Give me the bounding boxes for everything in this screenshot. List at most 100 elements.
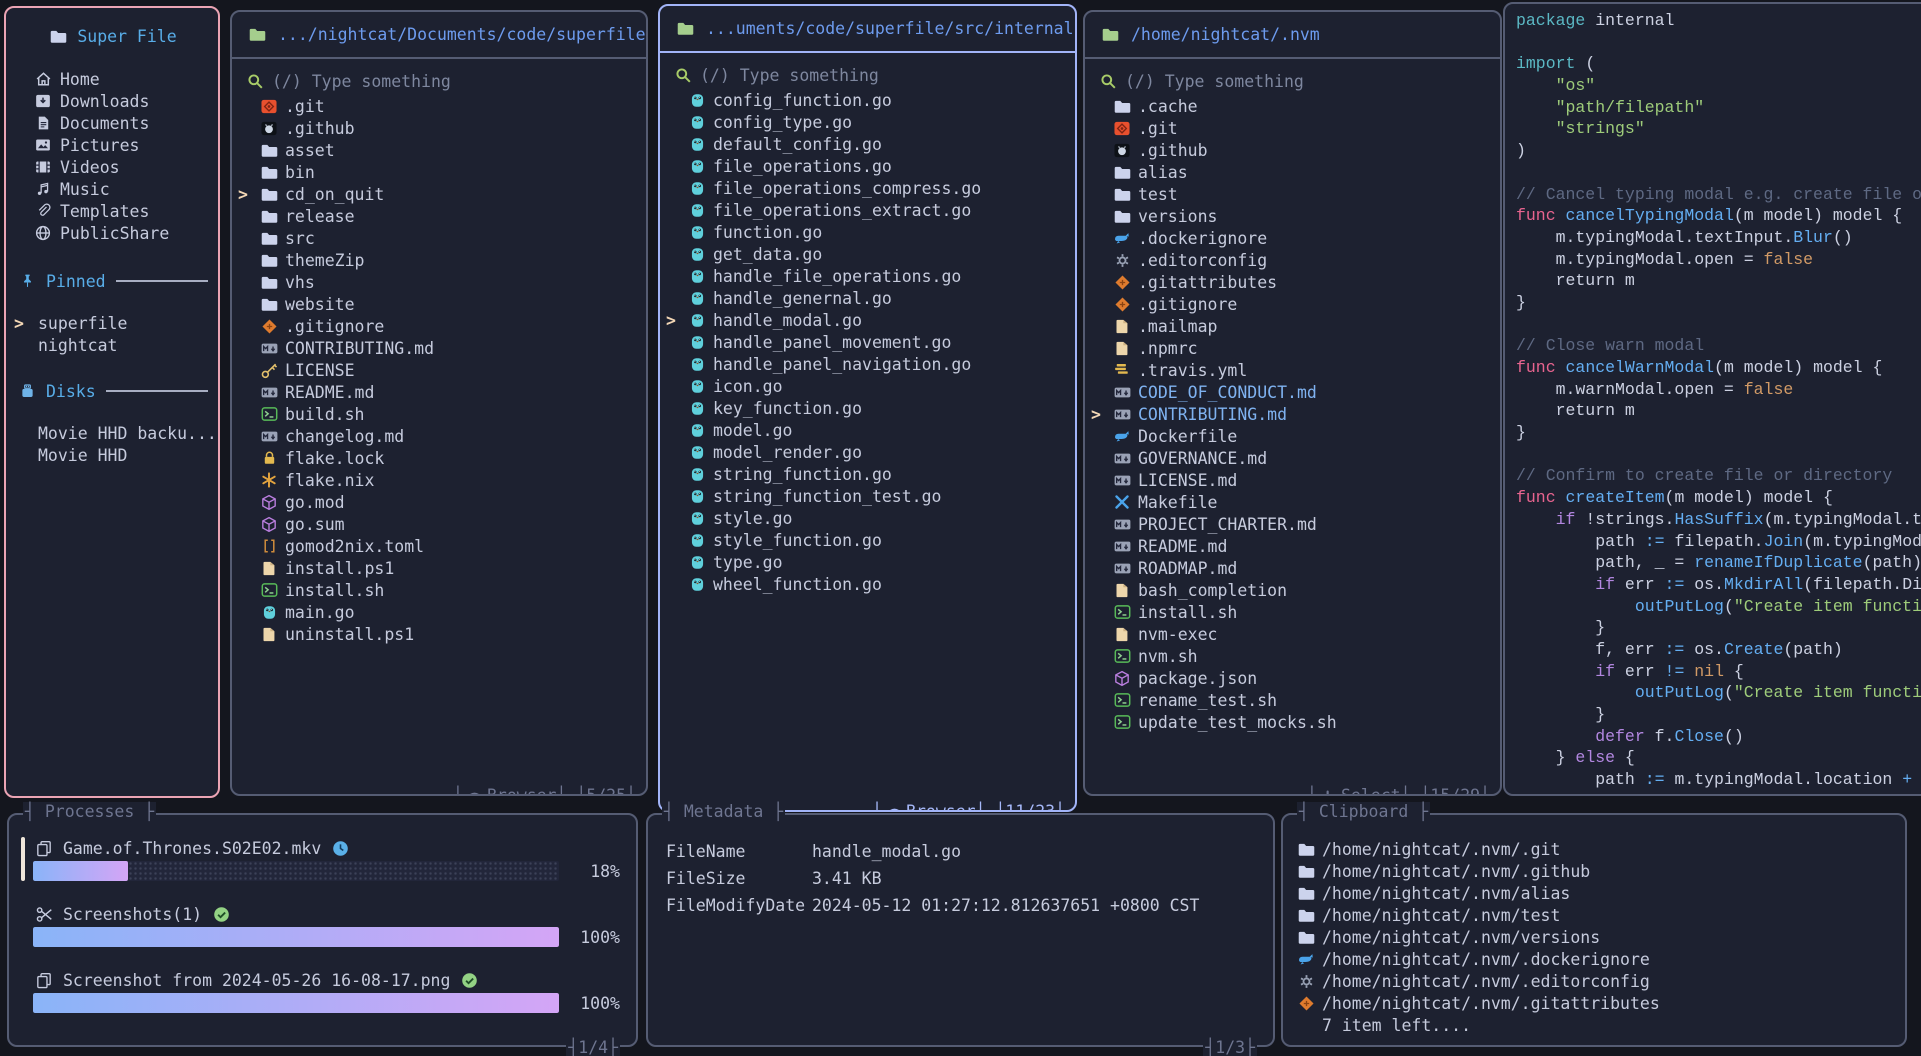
file-row[interactable]: themeZip xyxy=(232,249,646,271)
file-row[interactable]: handle_panel_navigation.go xyxy=(660,353,1075,375)
file-row[interactable]: CODE_OF_CONDUCT.md xyxy=(1085,381,1500,403)
file-row[interactable]: .gitattributes xyxy=(1085,271,1500,293)
sidebar-item-pictures[interactable]: Pictures xyxy=(6,134,218,156)
file-row[interactable]: nvm.sh xyxy=(1085,645,1500,667)
process-item[interactable]: Screenshots(1)100% xyxy=(25,903,620,969)
file-row[interactable]: ROADMAP.md xyxy=(1085,557,1500,579)
file-row[interactable]: PROJECT_CHARTER.md xyxy=(1085,513,1500,535)
file-row[interactable]: LICENSE xyxy=(232,359,646,381)
file-row[interactable]: config_type.go xyxy=(660,111,1075,133)
file-row[interactable]: key_function.go xyxy=(660,397,1075,419)
file-row[interactable]: rename_test.sh xyxy=(1085,689,1500,711)
file-row[interactable]: GOVERNANCE.md xyxy=(1085,447,1500,469)
file-row[interactable]: flake.lock xyxy=(232,447,646,469)
file-row[interactable]: install.sh xyxy=(1085,601,1500,623)
file-row[interactable]: Makefile xyxy=(1085,491,1500,513)
disk-item[interactable]: Movie HHD xyxy=(6,444,218,466)
sidebar-item-publicshare[interactable]: PublicShare xyxy=(6,222,218,244)
file-row[interactable]: .git xyxy=(1085,117,1500,139)
file-row[interactable]: bash_completion xyxy=(1085,579,1500,601)
sidebar-item-documents[interactable]: Documents xyxy=(6,112,218,134)
file-row[interactable]: config_function.go xyxy=(660,89,1075,111)
file-row[interactable]: Dockerfile xyxy=(1085,425,1500,447)
file-row[interactable]: function.go xyxy=(660,221,1075,243)
file-row[interactable]: CONTRIBUTING.md xyxy=(232,337,646,359)
code-line: m.typingModal.open = false xyxy=(1516,249,1921,271)
file-row[interactable]: bin xyxy=(232,161,646,183)
file-row[interactable]: string_function.go xyxy=(660,463,1075,485)
file-row[interactable]: LICENSE.md xyxy=(1085,469,1500,491)
go-icon xyxy=(686,180,708,197)
file-row[interactable]: update_test_mocks.sh xyxy=(1085,711,1500,733)
file-row[interactable]: >CONTRIBUTING.md xyxy=(1085,403,1500,425)
file-row[interactable]: wheel_function.go xyxy=(660,573,1075,595)
sidebar-item-downloads[interactable]: Downloads xyxy=(6,90,218,112)
pinned-item-nightcat[interactable]: nightcat xyxy=(6,334,218,356)
process-item[interactable]: Screenshot from 2024-05-26 16-08-17.png1… xyxy=(25,969,620,1035)
file-row[interactable]: uninstall.ps1 xyxy=(232,623,646,645)
file-row[interactable]: type.go xyxy=(660,551,1075,573)
file-row[interactable]: test xyxy=(1085,183,1500,205)
file-row[interactable]: >handle_modal.go xyxy=(660,309,1075,331)
file-row[interactable]: default_config.go xyxy=(660,133,1075,155)
file-row[interactable]: go.sum xyxy=(232,513,646,535)
process-item[interactable]: Game.of.Thrones.S02E02.mkv18% xyxy=(25,837,620,903)
sidebar-item-home[interactable]: Home xyxy=(6,68,218,90)
file-row[interactable]: flake.nix xyxy=(232,469,646,491)
file-row[interactable]: alias xyxy=(1085,161,1500,183)
file-row[interactable]: .gitignore xyxy=(232,315,646,337)
file-row[interactable]: README.md xyxy=(232,381,646,403)
file-row[interactable]: nvm-exec xyxy=(1085,623,1500,645)
file-row[interactable]: .gitignore xyxy=(1085,293,1500,315)
search-input[interactable]: (/) Type something xyxy=(1085,69,1500,93)
file-row[interactable]: website xyxy=(232,293,646,315)
file-row[interactable]: release xyxy=(232,205,646,227)
search-input[interactable]: (/) Type something xyxy=(232,69,646,93)
file-row[interactable]: src xyxy=(232,227,646,249)
file-row[interactable]: .github xyxy=(232,117,646,139)
file-row[interactable]: style.go xyxy=(660,507,1075,529)
pinned-item-superfile[interactable]: >superfile xyxy=(6,312,218,334)
file-row[interactable]: model.go xyxy=(660,419,1075,441)
file-row[interactable]: >cd_on_quit xyxy=(232,183,646,205)
file-row[interactable]: .github xyxy=(1085,139,1500,161)
file-row[interactable]: gomod2nix.toml xyxy=(232,535,646,557)
file-row[interactable]: .git xyxy=(232,95,646,117)
file-row[interactable]: handle_panel_movement.go xyxy=(660,331,1075,353)
file-name: CONTRIBUTING.md xyxy=(1138,405,1287,424)
file-row[interactable]: handle_genernal.go xyxy=(660,287,1075,309)
sidebar-item-videos[interactable]: Videos xyxy=(6,156,218,178)
file-row[interactable]: vhs xyxy=(232,271,646,293)
file-row[interactable]: asset xyxy=(232,139,646,161)
file-row[interactable]: file_operations_extract.go xyxy=(660,199,1075,221)
file-row[interactable]: icon.go xyxy=(660,375,1075,397)
file-row[interactable]: versions xyxy=(1085,205,1500,227)
file-row[interactable]: .editorconfig xyxy=(1085,249,1500,271)
search-input[interactable]: (/) Type something xyxy=(660,63,1075,87)
file-row[interactable]: file_operations_compress.go xyxy=(660,177,1075,199)
file-row[interactable]: .npmrc xyxy=(1085,337,1500,359)
file-row[interactable]: file_operations.go xyxy=(660,155,1075,177)
metadata-label: FileSize xyxy=(666,869,812,888)
file-row[interactable]: changelog.md xyxy=(232,425,646,447)
file-row[interactable]: get_data.go xyxy=(660,243,1075,265)
disk-item[interactable]: Movie HHD backu... xyxy=(6,422,218,444)
file-row[interactable]: README.md xyxy=(1085,535,1500,557)
file-row[interactable]: handle_file_operations.go xyxy=(660,265,1075,287)
file-name: style_function.go xyxy=(713,531,882,550)
file-row[interactable]: string_function_test.go xyxy=(660,485,1075,507)
file-row[interactable]: build.sh xyxy=(232,403,646,425)
file-row[interactable]: model_render.go xyxy=(660,441,1075,463)
file-row[interactable]: .travis.yml xyxy=(1085,359,1500,381)
file-row[interactable]: install.ps1 xyxy=(232,557,646,579)
file-row[interactable]: style_function.go xyxy=(660,529,1075,551)
file-row[interactable]: .cache xyxy=(1085,95,1500,117)
file-row[interactable]: .dockerignore xyxy=(1085,227,1500,249)
file-row[interactable]: .mailmap xyxy=(1085,315,1500,337)
file-row[interactable]: package.json xyxy=(1085,667,1500,689)
file-row[interactable]: go.mod xyxy=(232,491,646,513)
sidebar-item-music[interactable]: Music xyxy=(6,178,218,200)
file-row[interactable]: install.sh xyxy=(232,579,646,601)
sidebar-item-templates[interactable]: Templates xyxy=(6,200,218,222)
file-row[interactable]: main.go xyxy=(232,601,646,623)
